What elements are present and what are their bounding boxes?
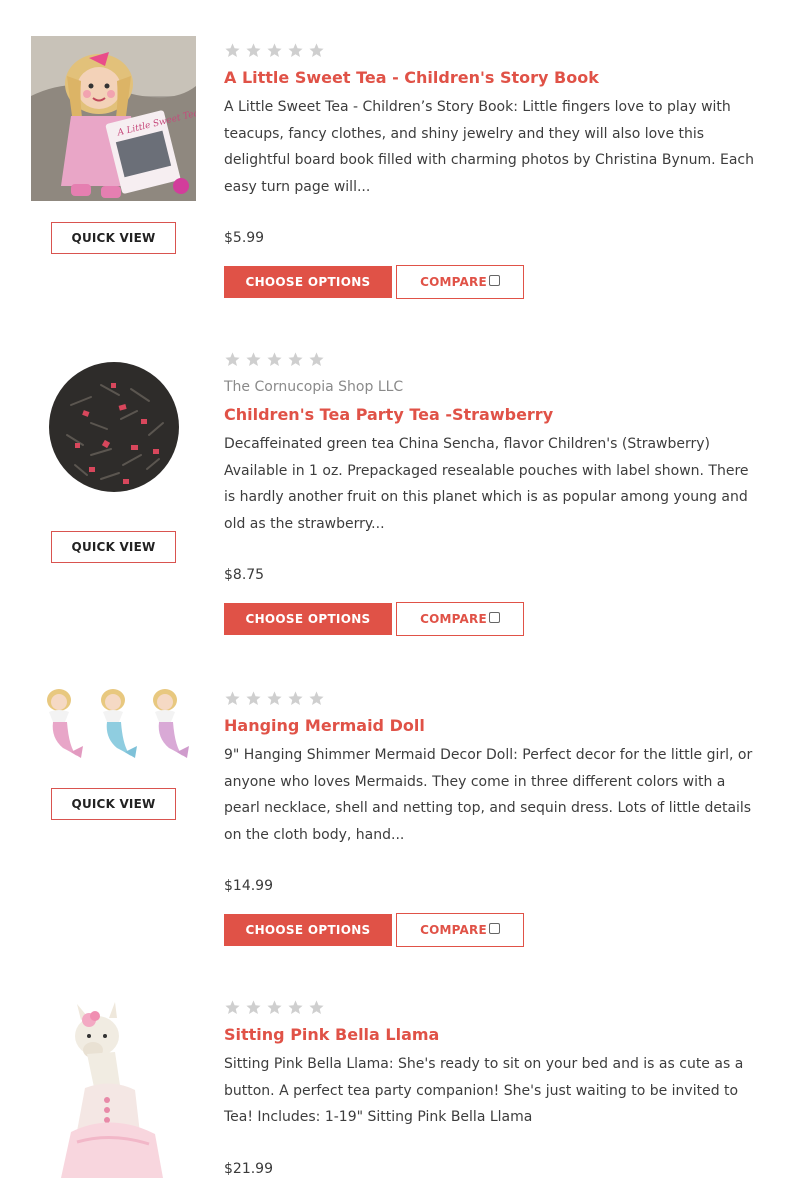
star-empty-icon	[267, 1000, 282, 1015]
star-empty-icon	[288, 691, 303, 706]
star-empty-icon	[267, 43, 282, 58]
plush-llama-photo	[31, 992, 196, 1182]
star-empty-icon	[309, 1000, 324, 1015]
product-details: The Cornucopia Shop LLC Children's Tea P…	[224, 351, 754, 636]
choose-options-button[interactable]: CHOOSE OPTIONS	[224, 266, 392, 298]
compare-checkbox[interactable]	[488, 274, 500, 286]
star-empty-icon	[267, 352, 282, 367]
product-image[interactable]	[31, 345, 196, 510]
product-price: $14.99	[224, 878, 273, 894]
star-empty-icon	[225, 43, 240, 58]
product-title-link[interactable]: Sitting Pink Bella Llama	[224, 1025, 754, 1045]
star-empty-icon	[267, 691, 282, 706]
star-empty-icon	[225, 1000, 240, 1015]
product-image[interactable]	[31, 992, 196, 1182]
product-title-link[interactable]: Hanging Mermaid Doll	[224, 716, 754, 736]
star-empty-icon	[225, 691, 240, 706]
star-empty-icon	[309, 43, 324, 58]
product-details: Sitting Pink Bella Llama Sitting Pink Be…	[224, 999, 754, 1177]
product-price: $5.99	[224, 230, 265, 246]
rating-stars	[224, 999, 754, 1017]
choose-options-button[interactable]: CHOOSE OPTIONS	[224, 603, 392, 635]
star-empty-icon	[246, 1000, 261, 1015]
star-empty-icon	[225, 352, 240, 367]
star-empty-icon	[288, 43, 303, 58]
rating-stars	[224, 42, 754, 60]
product-image[interactable]	[31, 686, 196, 766]
product-description: Decaffeinated green tea China Sencha, fl…	[224, 436, 749, 532]
compare-checkbox[interactable]	[488, 922, 500, 934]
product-details: A Little Sweet Tea - Children's Story Bo…	[224, 42, 754, 299]
star-empty-icon	[246, 352, 261, 367]
star-empty-icon	[309, 352, 324, 367]
star-empty-icon	[288, 352, 303, 367]
compare-toggle[interactable]: COMPARE	[396, 602, 524, 636]
star-empty-icon	[309, 691, 324, 706]
star-empty-icon	[288, 1000, 303, 1015]
compare-toggle[interactable]: COMPARE	[396, 265, 524, 299]
quick-view-button[interactable]: QUICK VIEW	[51, 788, 176, 820]
product-brand: The Cornucopia Shop LLC	[224, 379, 404, 395]
product-actions: CHOOSE OPTIONS COMPARE	[224, 265, 754, 299]
product-image[interactable]: A Little Sweet Tea	[31, 36, 196, 201]
quick-view-button[interactable]: QUICK VIEW	[51, 531, 176, 563]
compare-label: COMPARE	[420, 275, 487, 289]
loose-leaf-tea-photo	[31, 345, 196, 510]
compare-toggle[interactable]: COMPARE	[396, 913, 524, 947]
star-empty-icon	[246, 691, 261, 706]
star-empty-icon	[246, 43, 261, 58]
compare-checkbox[interactable]	[488, 611, 500, 623]
rating-stars	[224, 690, 754, 708]
product-description: A Little Sweet Tea - Children’s Story Bo…	[224, 99, 755, 195]
product-title-link[interactable]: Children's Tea Party Tea -Strawberry	[224, 405, 754, 425]
product-actions: CHOOSE OPTIONS COMPARE	[224, 602, 754, 636]
product-price: $8.75	[224, 567, 265, 583]
product-title-link[interactable]: A Little Sweet Tea - Children's Story Bo…	[224, 68, 754, 88]
rag-doll-with-book-photo: A Little Sweet Tea	[31, 36, 196, 201]
mermaid-dolls-photo	[31, 686, 196, 766]
rating-stars	[224, 351, 754, 369]
quick-view-button[interactable]: QUICK VIEW	[51, 222, 176, 254]
compare-label: COMPARE	[420, 923, 487, 937]
product-description: Sitting Pink Bella Llama: She's ready to…	[224, 1056, 744, 1125]
choose-options-button[interactable]: CHOOSE OPTIONS	[224, 914, 392, 946]
product-details: Hanging Mermaid Doll 9" Hanging Shimmer …	[224, 690, 754, 947]
product-actions: CHOOSE OPTIONS COMPARE	[224, 913, 754, 947]
product-description: 9" Hanging Shimmer Mermaid Decor Doll: P…	[224, 747, 753, 843]
compare-label: COMPARE	[420, 612, 487, 626]
product-price: $21.99	[224, 1160, 273, 1177]
